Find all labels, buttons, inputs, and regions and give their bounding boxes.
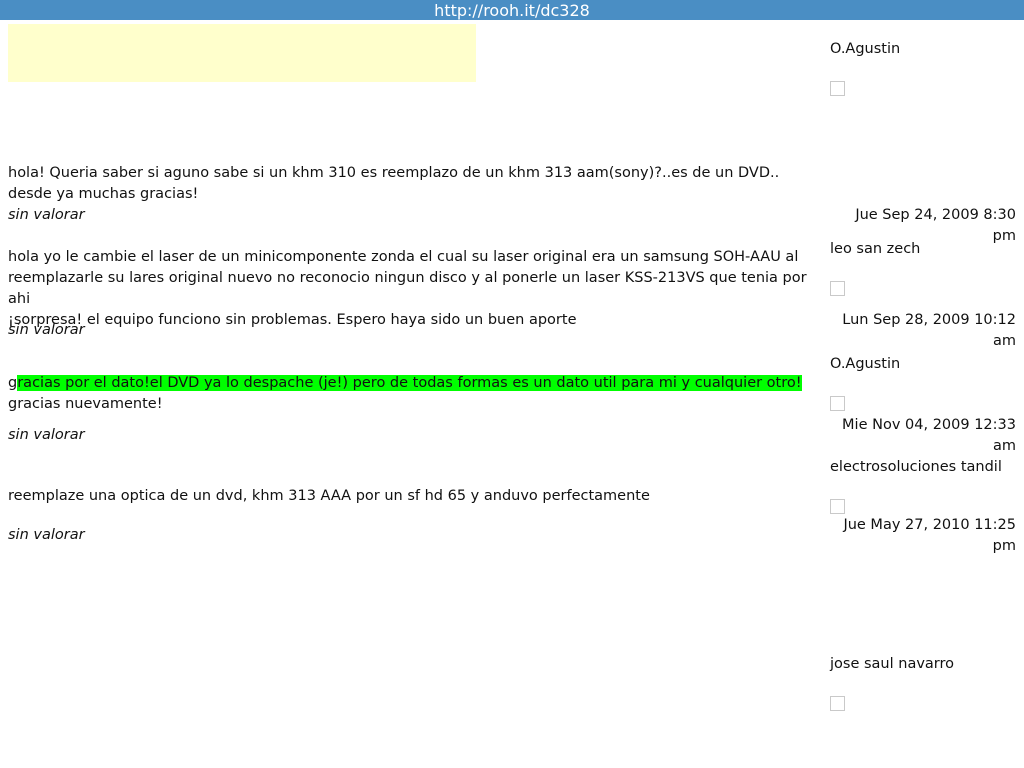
post-3-text: gracias por el dato!el DVD ya lo despach… — [8, 373, 823, 415]
post-3-rating[interactable]: sin valorar — [8, 425, 85, 446]
author-name-5[interactable]: jose saul navarro — [830, 654, 1016, 675]
post-4-line-1: reemplaze una optica de un dvd, khm 313 … — [8, 488, 650, 504]
post-2-line-3: ¡sorpresa! el equipo funciono sin proble… — [8, 312, 577, 328]
author-name-4[interactable]: electrosoluciones tandil — [830, 457, 1016, 478]
post-4-text: reemplaze una optica de un dvd, khm 313 … — [8, 486, 823, 507]
post-3-line-2: gracias nuevamente! — [8, 396, 163, 412]
select-checkbox-1[interactable] — [830, 81, 845, 96]
post-date-4-line-2: pm — [992, 538, 1016, 554]
post-date-2-line-2: am — [992, 333, 1016, 349]
post-2-line-2: reemplazarle su lares original nuevo no … — [8, 270, 807, 307]
post-3-lead: g — [8, 375, 18, 391]
select-checkbox-4[interactable] — [830, 499, 845, 514]
post-4-rating[interactable]: sin valorar — [8, 525, 85, 546]
select-checkbox-3[interactable] — [830, 396, 845, 411]
author-name-3[interactable]: O.Agustin — [830, 354, 1016, 375]
highlighted-text: racias por el dato!el DVD ya lo despache… — [17, 375, 802, 391]
post-2-text: hola yo le cambie el laser de un minicom… — [8, 247, 823, 331]
post-2-line-1: hola yo le cambie el laser de un minicom… — [8, 249, 799, 265]
author-name-1[interactable]: O.Agustin — [830, 39, 1016, 60]
post-date-2-line-1: Lun Sep 28, 2009 10:12 — [842, 312, 1016, 328]
post-1-line-2: desde ya muchas gracias! — [8, 186, 199, 202]
post-date-3: Mie Nov 04, 2009 12:33 am — [830, 415, 1016, 457]
url-text: http://rooh.it/dc328 — [434, 1, 590, 20]
author-name-2[interactable]: leo san zech — [830, 239, 1016, 260]
select-checkbox-2[interactable] — [830, 281, 845, 296]
post-2-rating[interactable]: sin valorar — [8, 320, 85, 341]
ad-banner — [8, 24, 476, 82]
select-checkbox-5[interactable] — [830, 696, 845, 711]
post-date-4-line-1: Jue May 27, 2010 11:25 — [843, 517, 1016, 533]
url-bar[interactable]: http://rooh.it/dc328 — [0, 0, 1024, 20]
post-date-2: Lun Sep 28, 2009 10:12 am — [830, 310, 1016, 352]
post-date-3-line-2: am — [992, 438, 1016, 454]
post-1-line-1: hola! Queria saber si aguno sabe si un k… — [8, 165, 780, 181]
post-1-rating[interactable]: sin valorar — [8, 205, 85, 226]
post-date-4: Jue May 27, 2010 11:25 pm — [830, 515, 1016, 557]
post-1-text: hola! Queria saber si aguno sabe si un k… — [8, 163, 823, 205]
post-date-3-line-1: Mie Nov 04, 2009 12:33 — [842, 417, 1016, 433]
post-3-line-1: gracias por el dato!el DVD ya lo despach… — [8, 373, 823, 394]
